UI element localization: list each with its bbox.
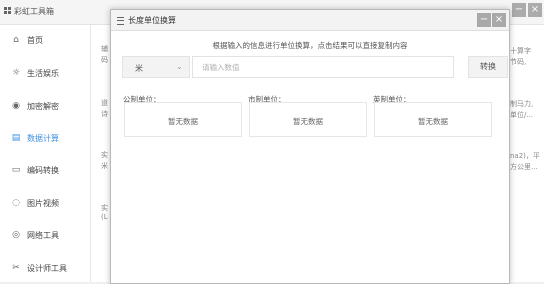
bg-snippet: 方公里... (510, 163, 538, 171)
dialog-title: 长度单位换算 (128, 16, 176, 25)
dialog-close-button[interactable]: × (492, 13, 506, 27)
converter-toolbar: 米 ⌄ 转换 (122, 56, 508, 78)
chinese-result-text: 暂无数据 (293, 117, 323, 126)
bg-snippet: 道 (101, 99, 108, 107)
sidebar-item-crypto[interactable]: ◉ 加密解密 (0, 97, 90, 119)
bg-snippet: 码 (101, 56, 108, 64)
convert-button[interactable]: 转换 (468, 56, 508, 78)
sidebar-item-label: 生活娱乐 (27, 69, 59, 78)
imperial-result-box[interactable]: 暂无数据 (374, 102, 492, 137)
sidebar-item-label: 图片视频 (27, 199, 59, 208)
network-icon: ◎ (12, 230, 20, 240)
sidebar-item-home[interactable]: ⌂ 首页 (0, 31, 90, 53)
chevron-down-icon: ⌄ (176, 62, 183, 71)
bg-snippet: 实 (101, 204, 108, 212)
bg-snippet: 制马力, (510, 100, 534, 108)
sidebar-item-label: 编码转换 (27, 166, 59, 175)
design-icon: ✂ (12, 263, 20, 273)
bg-snippet: 实 (101, 151, 108, 159)
sidebar-item-calc[interactable]: ▤ 数据计算 (0, 129, 90, 151)
sidebar-item-network[interactable]: ◎ 网络工具 (0, 226, 90, 248)
app-minimize-button[interactable]: − (512, 3, 526, 17)
sidebar-item-label: 加密解密 (27, 102, 59, 111)
home-icon: ⌂ (13, 35, 19, 45)
bg-snippet: na2)，平 (510, 152, 540, 160)
sidebar-item-label: 网络工具 (27, 231, 59, 240)
app-title: 彩虹工具箱 (14, 7, 54, 16)
sidebar-item-life[interactable]: ☼ 生活娱乐 (0, 64, 90, 86)
app-logo-icon (4, 7, 11, 14)
bg-snippet: 诗 (101, 110, 108, 118)
metric-result-box[interactable]: 暂无数据 (124, 102, 242, 137)
life-icon: ☼ (11, 68, 21, 78)
sidebar-item-encoding[interactable]: ▭ 编码转换 (0, 161, 90, 183)
code-icon: ▭ (11, 165, 21, 175)
unit-select-value: 米 (135, 64, 143, 73)
dialog-titlebar[interactable]: 长度单位换算 − × (111, 10, 509, 31)
unit-select[interactable]: 米 ⌄ (122, 56, 190, 78)
lock-icon: ◉ (12, 101, 20, 111)
unit-converter-dialog: 长度单位换算 − × 根据输入的信息进行单位换算，点击结果可以直接复制内容 米 … (110, 9, 510, 284)
app-close-button[interactable]: × (528, 3, 542, 17)
bg-snippet: 单位/... (510, 111, 534, 119)
sidebar-item-label: 设计师工具 (27, 264, 67, 273)
calc-icon: ▤ (11, 133, 21, 143)
sidebar: ⌂ 首页 ☼ 生活娱乐 ◉ 加密解密 ▤ 数据计算 ▭ 编码转换 ◌ 图片视频 … (0, 25, 91, 282)
sidebar-item-label: 首页 (27, 36, 43, 45)
instruction-text: 根据输入的信息进行单位换算，点击结果可以直接复制内容 (212, 41, 408, 50)
bg-snippet: 十算字 (510, 47, 531, 55)
sidebar-item-label: 数据计算 (27, 134, 59, 143)
dialog-minimize-button[interactable]: − (477, 13, 491, 27)
sidebar-item-design[interactable]: ✂ 设计师工具 (0, 259, 90, 281)
image-icon: ◌ (12, 198, 20, 208)
bg-snippet: 米 (101, 162, 108, 170)
bg-snippet: 辅 (101, 45, 108, 53)
bg-snippet: 节码, (510, 58, 527, 66)
bg-snippet: (L (101, 213, 108, 221)
chinese-result-box[interactable]: 暂无数据 (249, 102, 367, 137)
value-input[interactable] (192, 56, 454, 78)
metric-result-text: 暂无数据 (168, 117, 198, 126)
sidebar-item-media[interactable]: ◌ 图片视频 (0, 194, 90, 216)
imperial-result-text: 暂无数据 (418, 117, 448, 126)
ruler-icon (117, 17, 124, 25)
